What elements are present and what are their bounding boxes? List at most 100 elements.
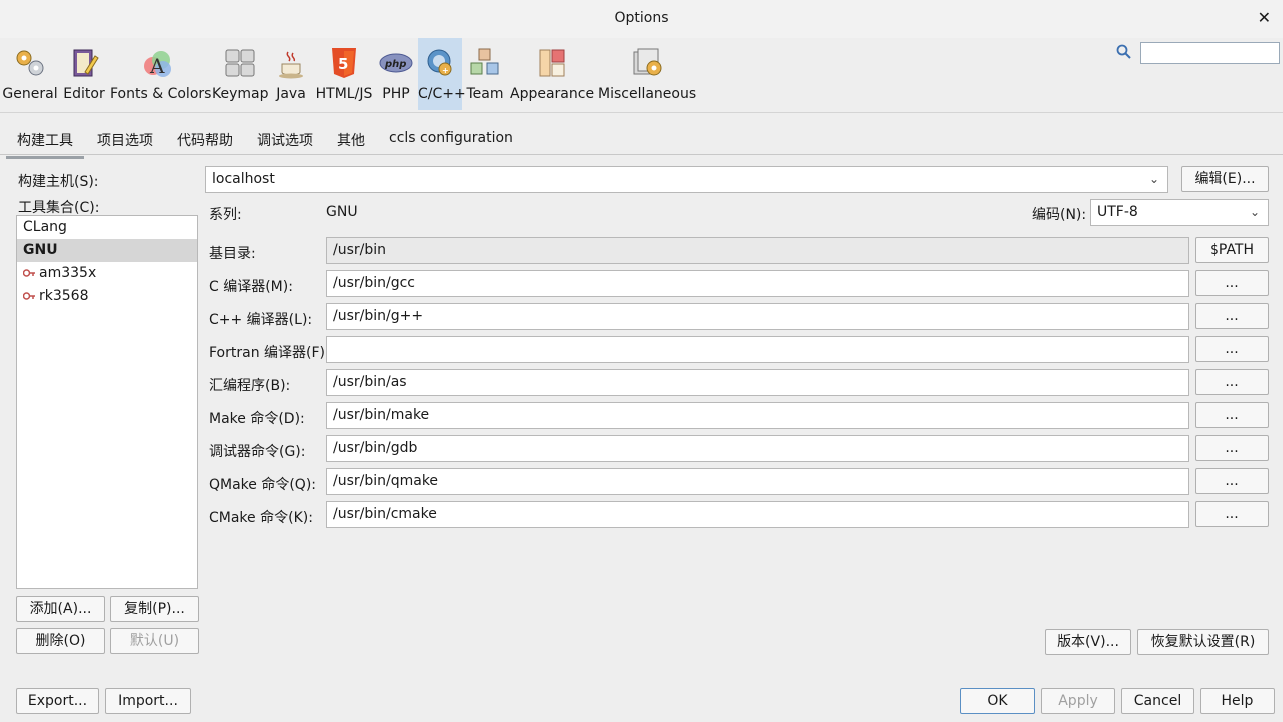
delete-toolset-button[interactable]: 删除(O) — [16, 628, 105, 654]
php-icon: php — [379, 53, 413, 73]
category-java[interactable]: Java — [272, 38, 310, 110]
category-label: General — [2, 86, 58, 102]
category-html-js[interactable]: 5 HTML/JS — [314, 38, 374, 110]
c-compiler-field[interactable]: /usr/bin/gcc — [326, 270, 1189, 297]
add-toolset-button[interactable]: 添加(A)... — [16, 596, 105, 622]
family-label: 系列: — [209, 207, 242, 223]
close-icon[interactable]: ✕ — [1258, 8, 1271, 27]
import-button[interactable]: Import... — [105, 688, 191, 714]
svg-text:A: A — [149, 54, 165, 78]
category-php[interactable]: php PHP — [378, 38, 414, 110]
category-editor[interactable]: Editor — [62, 38, 106, 110]
category-label: Editor — [63, 86, 105, 102]
toolset-name: GNU — [23, 242, 58, 258]
family-value: GNU — [326, 204, 358, 220]
toolset-list[interactable]: CLang GNU am335x rk3568 — [16, 215, 198, 589]
category-label: C/C++ — [418, 86, 466, 102]
gears-icon — [16, 50, 44, 76]
cmake-command-field[interactable]: /usr/bin/cmake — [326, 501, 1189, 528]
path-button[interactable]: $PATH — [1195, 237, 1269, 263]
export-button[interactable]: Export... — [16, 688, 99, 714]
category-appearance[interactable]: Appearance — [510, 38, 594, 110]
toolset-name: rk3568 — [39, 288, 89, 304]
debugger-command-browse-button[interactable]: ... — [1195, 435, 1269, 461]
search-input[interactable] — [1140, 42, 1280, 64]
fortran-compiler-browse-button[interactable]: ... — [1195, 336, 1269, 362]
cpp-compiler-browse-button[interactable]: ... — [1195, 303, 1269, 329]
miscellaneous-icon — [633, 48, 662, 76]
cancel-button[interactable]: Cancel — [1121, 688, 1194, 714]
category-team[interactable]: Team — [464, 38, 506, 110]
category-fonts-colors[interactable]: A Fonts & Colors — [110, 38, 212, 110]
assembler-browse-button[interactable]: ... — [1195, 369, 1269, 395]
cmake-command-browse-button[interactable]: ... — [1195, 501, 1269, 527]
debugger-command-label: 调试器命令(G): — [209, 444, 306, 460]
list-item[interactable]: GNU — [17, 239, 197, 262]
svg-text:+: + — [442, 66, 449, 75]
category-label: Miscellaneous — [598, 86, 697, 102]
list-item[interactable]: rk3568 — [17, 285, 197, 308]
category-miscellaneous[interactable]: Miscellaneous — [598, 38, 696, 110]
encoding-value: UTF-8 — [1097, 204, 1138, 220]
fonts-colors-icon: A — [144, 51, 171, 78]
window-title: Options — [614, 10, 669, 26]
assembler-label: 汇编程序(B): — [209, 378, 291, 394]
html5-icon: 5 — [332, 48, 356, 78]
make-command-browse-button[interactable]: ... — [1195, 402, 1269, 428]
build-host-label: 构建主机(S): — [18, 174, 99, 190]
tab-build-tools[interactable]: 构建工具 — [6, 130, 84, 159]
category-toolbar: General Editor A Fonts & Colors Keymap J… — [0, 38, 1283, 113]
category-general[interactable]: General — [2, 38, 58, 110]
versions-button[interactable]: 版本(V)... — [1045, 629, 1131, 655]
category-label: Fonts & Colors — [110, 86, 212, 102]
list-item[interactable]: am335x — [17, 262, 197, 285]
category-keymap[interactable]: Keymap — [212, 38, 269, 110]
cmake-command-label: CMake 命令(K): — [209, 510, 313, 526]
base-dir-field[interactable]: /usr/bin — [326, 237, 1189, 264]
svg-text:5: 5 — [338, 55, 348, 73]
appearance-icon — [539, 49, 565, 77]
category-label: Keymap — [212, 86, 269, 102]
keymap-icon — [225, 49, 255, 77]
qmake-command-label: QMake 命令(Q): — [209, 477, 317, 493]
encoding-select[interactable]: UTF-8 ⌄ — [1090, 199, 1269, 226]
make-command-field[interactable]: /usr/bin/make — [326, 402, 1189, 429]
category-cpp[interactable]: + C/C++ — [418, 38, 466, 110]
editor-icon — [73, 49, 99, 77]
list-item[interactable]: CLang — [17, 216, 197, 239]
qmake-command-field[interactable]: /usr/bin/qmake — [326, 468, 1189, 495]
search-icon — [1116, 44, 1131, 59]
c-compiler-browse-button[interactable]: ... — [1195, 270, 1269, 296]
tab-bar: 构建工具 项目选项 代码帮助 调试选项 其他 ccls configuratio… — [0, 126, 1283, 159]
default-toolset-button[interactable]: 默认(U) — [110, 628, 199, 654]
build-host-select[interactable]: localhost ⌄ — [205, 166, 1168, 193]
qmake-command-browse-button[interactable]: ... — [1195, 468, 1269, 494]
copy-toolset-button[interactable]: 复制(P)... — [110, 596, 199, 622]
fortran-compiler-field[interactable] — [326, 336, 1189, 363]
team-icon — [470, 48, 499, 75]
tab-code-assistance[interactable]: 代码帮助 — [177, 130, 233, 156]
toolset-name: CLang — [23, 219, 67, 235]
toolset-name: am335x — [39, 265, 97, 281]
tab-ccls-configuration[interactable]: ccls configuration — [389, 130, 513, 152]
cpp-compiler-field[interactable]: /usr/bin/g++ — [326, 303, 1189, 330]
base-dir-label: 基目录: — [209, 246, 256, 262]
fortran-compiler-label: Fortran 编译器(F): — [209, 345, 330, 361]
tab-debugger-options[interactable]: 调试选项 — [257, 130, 313, 156]
java-icon — [279, 51, 303, 79]
c-compiler-label: C 编译器(M): — [209, 279, 293, 295]
restore-defaults-button[interactable]: 恢复默认设置(R) — [1137, 629, 1269, 655]
debugger-command-field[interactable]: /usr/bin/gdb — [326, 435, 1189, 462]
chevron-down-icon: ⌄ — [1249, 205, 1260, 219]
assembler-field[interactable]: /usr/bin/as — [326, 369, 1189, 396]
help-button[interactable]: Help — [1200, 688, 1275, 714]
edit-host-button[interactable]: 编辑(E)... — [1181, 166, 1269, 192]
ok-button[interactable]: OK — [960, 688, 1035, 714]
tab-other[interactable]: 其他 — [337, 130, 365, 156]
svg-text:php: php — [384, 59, 406, 70]
cpp-icon: + — [427, 49, 452, 76]
cpp-compiler-label: C++ 编译器(L): — [209, 312, 313, 328]
apply-button[interactable]: Apply — [1041, 688, 1115, 714]
tab-project-options[interactable]: 项目选项 — [97, 130, 153, 156]
category-label: PHP — [382, 86, 410, 102]
